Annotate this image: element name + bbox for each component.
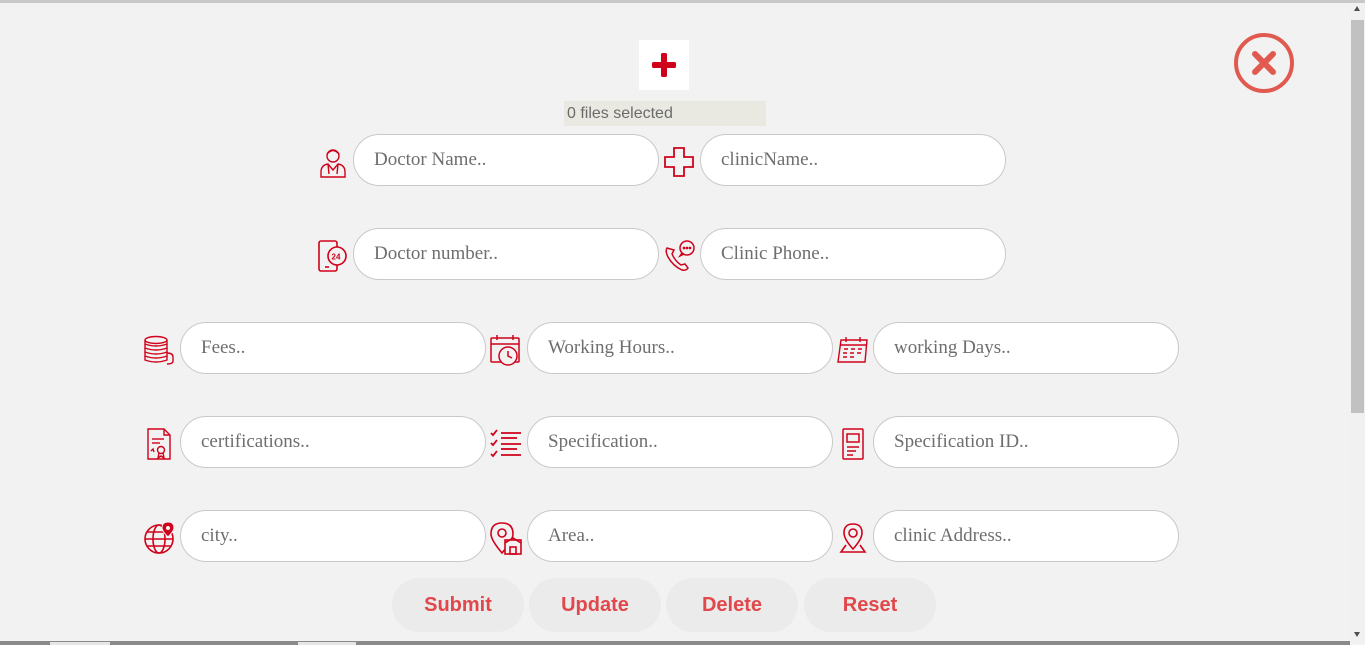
phone-chat-icon bbox=[662, 239, 696, 273]
file-upload-button[interactable] bbox=[639, 40, 689, 90]
files-selected-status: 0 files selected bbox=[564, 101, 766, 126]
doctor-icon bbox=[316, 145, 350, 179]
reset-button[interactable]: Reset bbox=[804, 578, 936, 632]
taskbar-edge bbox=[0, 641, 1350, 645]
specification-input[interactable] bbox=[527, 416, 833, 468]
doctor-number-input[interactable] bbox=[353, 228, 659, 280]
plus-icon bbox=[652, 53, 676, 77]
calendar-icon bbox=[836, 333, 870, 367]
window-top-border bbox=[0, 0, 1365, 3]
medical-cross-icon bbox=[662, 145, 696, 179]
fees-input[interactable] bbox=[180, 322, 486, 374]
scroll-up-arrow-icon[interactable] bbox=[1354, 6, 1360, 11]
close-button[interactable] bbox=[1233, 32, 1295, 94]
coins-icon bbox=[142, 333, 176, 367]
id-card-icon bbox=[836, 427, 870, 461]
certifications-input[interactable] bbox=[180, 416, 486, 468]
globe-pin-icon bbox=[142, 521, 176, 555]
clinic-address-input[interactable] bbox=[873, 510, 1179, 562]
doctor-name-input[interactable] bbox=[353, 134, 659, 186]
delete-button[interactable]: Delete bbox=[666, 578, 798, 632]
close-circle-icon bbox=[1234, 33, 1294, 93]
area-input[interactable] bbox=[527, 510, 833, 562]
working-days-input[interactable] bbox=[873, 322, 1179, 374]
update-button[interactable]: Update bbox=[529, 578, 661, 632]
vertical-scrollbar[interactable] bbox=[1350, 3, 1365, 643]
location-pin-icon bbox=[836, 521, 870, 555]
scrollbar-thumb[interactable] bbox=[1351, 20, 1364, 413]
certificate-icon bbox=[142, 427, 176, 461]
submit-button[interactable]: Submit bbox=[392, 578, 524, 632]
svg-text:24: 24 bbox=[332, 253, 341, 262]
specification-id-input[interactable] bbox=[873, 416, 1179, 468]
city-input[interactable] bbox=[180, 510, 486, 562]
scroll-down-arrow-icon[interactable] bbox=[1354, 632, 1360, 637]
clinic-phone-input[interactable] bbox=[700, 228, 1006, 280]
clinic-name-input[interactable] bbox=[700, 134, 1006, 186]
calendar-clock-icon bbox=[489, 333, 523, 367]
phone-24-icon: 24 bbox=[316, 239, 350, 273]
working-hours-input[interactable] bbox=[527, 322, 833, 374]
checklist-icon bbox=[489, 427, 523, 461]
map-pin-building-icon bbox=[489, 521, 523, 555]
